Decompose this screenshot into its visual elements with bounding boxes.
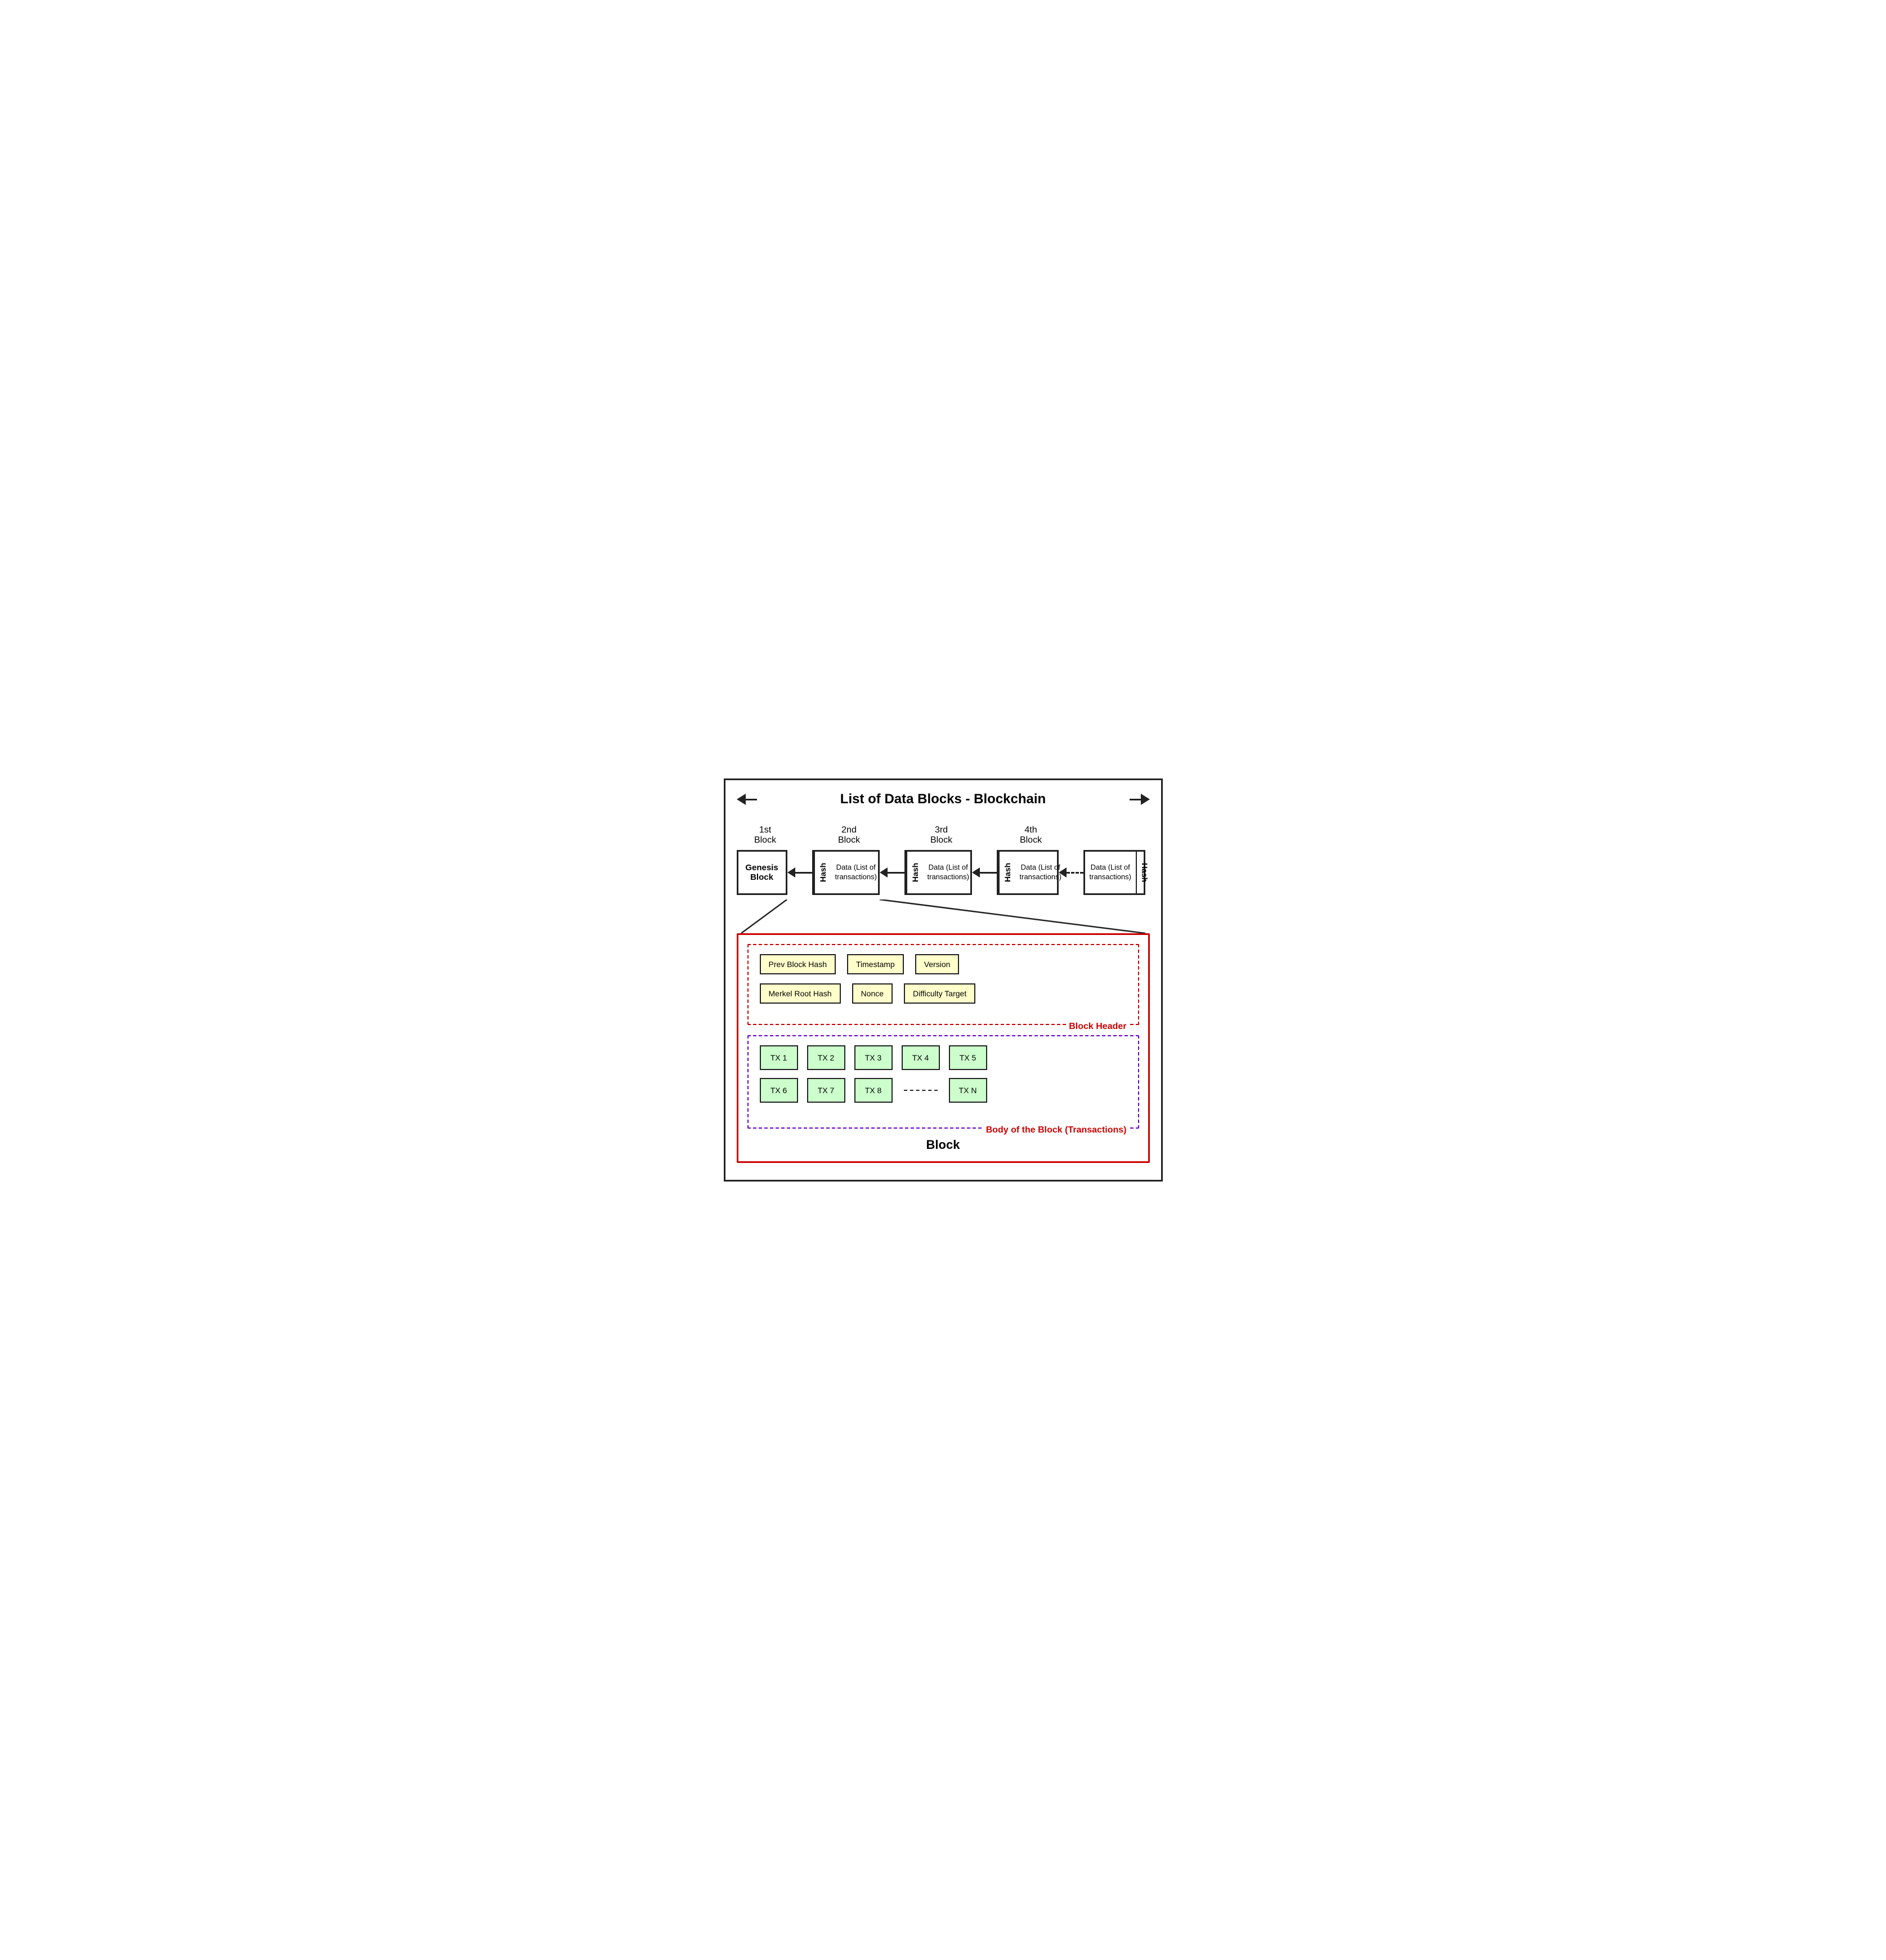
block4-label: 4th Block: [1000, 825, 1062, 845]
tx2: TX 2: [807, 1045, 845, 1070]
tx3: TX 3: [854, 1045, 893, 1070]
tx-dashed-connector: [904, 1090, 938, 1091]
tx8: TX 8: [854, 1078, 893, 1103]
block-labels-row: 1st Block 2nd Block 3rd Block 4th Block: [737, 825, 1150, 845]
block-header-label: Block Header: [1067, 1022, 1128, 1032]
genesis-block: Genesis Block: [737, 850, 787, 895]
block4: Hash Data (List of transactions): [997, 850, 1059, 895]
tx5: TX 5: [949, 1045, 987, 1070]
block-bottom-label: Block: [747, 1138, 1139, 1152]
block-body-box: TX 1 TX 2 TX 3 TX 4 TX 5 TX 6 TX 7 TX 8 …: [747, 1035, 1139, 1129]
tx6: TX 6: [760, 1078, 798, 1103]
main-title: List of Data Blocks - Blockchain: [757, 791, 1130, 807]
field-nonce: Nonce: [852, 983, 893, 1004]
block3: Hash Data (List of transactions): [904, 850, 972, 895]
block1-label: 1st Block: [740, 825, 791, 845]
arrow-3-to-2: [880, 867, 904, 878]
header-row2: Merkel Root Hash Nonce Difficulty Target: [760, 983, 1127, 1004]
arrow-4-to-3: [972, 867, 997, 878]
header-row1: Prev Block Hash Timestamp Version: [760, 954, 1127, 974]
tx1: TX 1: [760, 1045, 798, 1070]
diagram-container: List of Data Blocks - Blockchain 1st Blo…: [724, 778, 1163, 1182]
block2-label: 2nd Block: [816, 825, 883, 845]
block-body-label: Body of the Block (Transactions): [984, 1125, 1129, 1135]
field-difficulty-target: Difficulty Target: [904, 983, 975, 1004]
field-prev-block-hash: Prev Block Hash: [760, 954, 836, 974]
tx-row1: TX 1 TX 2 TX 3 TX 4 TX 5: [760, 1045, 1127, 1070]
arrow-2-to-1: [787, 867, 812, 878]
block2: Hash Data (List of transactions): [812, 850, 880, 895]
block-n: Data (List of transactions) Hash: [1083, 850, 1145, 895]
arrow-n-to-4: [1059, 867, 1083, 878]
tx-row2: TX 6 TX 7 TX 8 TX N: [760, 1078, 1127, 1103]
big-block: Prev Block Hash Timestamp Version Merkel…: [737, 933, 1150, 1163]
field-timestamp: Timestamp: [847, 954, 904, 974]
block3-label: 3rd Block: [908, 825, 975, 845]
connector-lines: [737, 900, 1150, 933]
field-version: Version: [915, 954, 960, 974]
tx7: TX 7: [807, 1078, 845, 1103]
field-merkel-root-hash: Merkel Root Hash: [760, 983, 841, 1004]
title-section: List of Data Blocks - Blockchain: [737, 791, 1150, 817]
blocks-chain-row: Genesis Block Hash Data (List of transac…: [737, 850, 1150, 895]
txn: TX N: [949, 1078, 987, 1103]
tx4: TX 4: [902, 1045, 940, 1070]
block-header-box: Prev Block Hash Timestamp Version Merkel…: [747, 944, 1139, 1025]
